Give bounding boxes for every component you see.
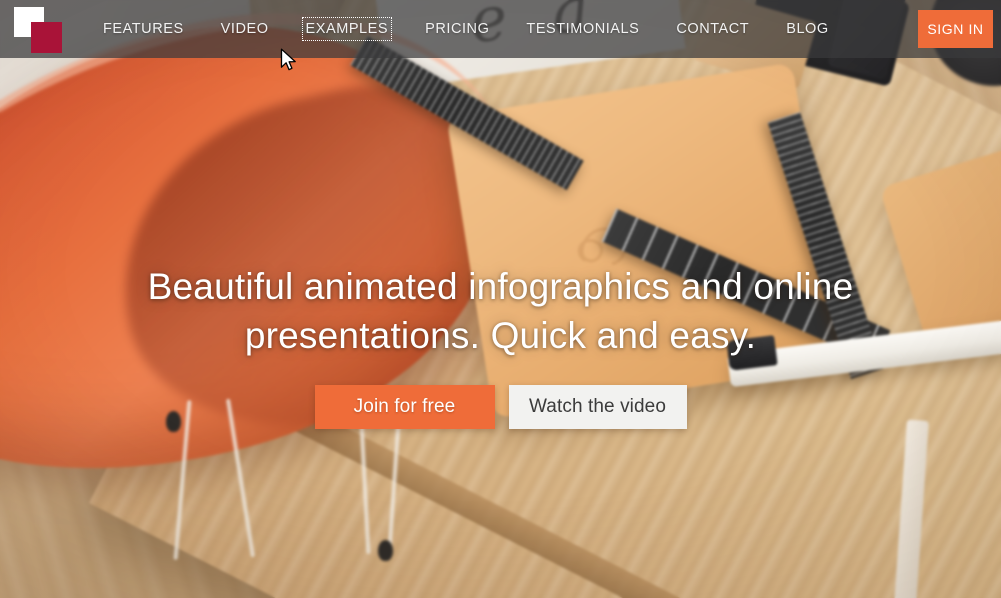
nav-item-pricing[interactable]: PRICING [421, 16, 493, 42]
primary-navigation: FEATURES VIDEO EXAMPLES PRICING TESTIMON… [99, 16, 862, 42]
nav-item-examples[interactable]: EXAMPLES [301, 17, 393, 41]
site-logo[interactable] [14, 7, 66, 53]
sign-in-button[interactable]: SIGN IN [918, 10, 993, 48]
join-for-free-button[interactable]: Join for free [314, 385, 495, 429]
top-navbar: FEATURES VIDEO EXAMPLES PRICING TESTIMON… [0, 0, 1001, 58]
headline-line-2: presentations. Quick and easy. [244, 315, 757, 356]
nav-item-blog[interactable]: BLOG [782, 16, 833, 42]
nav-item-testimonials[interactable]: TESTIMONIALS [522, 16, 643, 42]
nav-item-contact[interactable]: CONTACT [672, 16, 753, 42]
watch-the-video-button[interactable]: Watch the video [508, 385, 687, 429]
chair-foot [378, 540, 393, 561]
hero-section: e a [0, 0, 1001, 598]
headline-line-1: Beautiful animated infographics and onli… [147, 266, 854, 307]
cta-button-row: Join for free Watch the video [0, 385, 1001, 429]
nav-item-video[interactable]: VIDEO [217, 16, 273, 42]
hero-headline: Beautiful animated infographics and onli… [0, 262, 1001, 360]
logo-red-square-icon [31, 22, 62, 53]
nav-item-features[interactable]: FEATURES [99, 16, 188, 42]
hero-content: Beautiful animated infographics and onli… [0, 262, 1001, 429]
